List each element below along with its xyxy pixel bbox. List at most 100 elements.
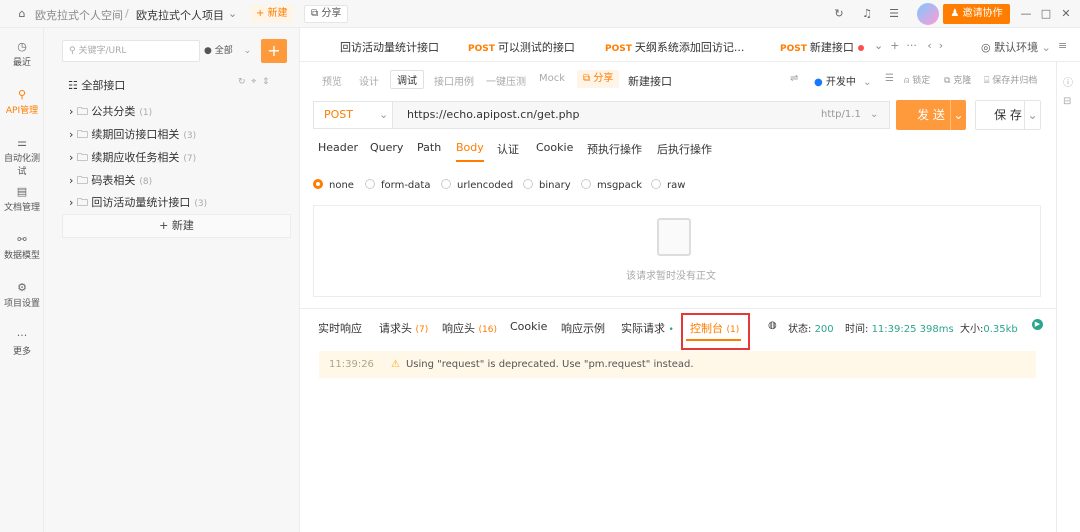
nav-label: 数据模型 (3, 251, 40, 261)
add-button[interactable]: + (261, 39, 287, 63)
tree-root[interactable]: ☷ 全部接口 (68, 77, 125, 93)
tree-folder[interactable]: › 🗀 回访活动量统计接口 (3) (69, 194, 207, 213)
console-log-entry: 11:39:26 ⚠ Using "request" is deprecated.… (319, 351, 1036, 378)
tree-folder[interactable]: › 🗀 码表相关 (8) (69, 172, 152, 191)
reqtab-body[interactable]: Body (456, 141, 484, 162)
resptab-cookie[interactable]: Cookie (510, 320, 547, 333)
nav-item-autotest[interactable]: ⚌ 自动化测试 (0, 136, 44, 177)
save-button[interactable]: 保 存 ⌄ (975, 100, 1041, 130)
subtab-design[interactable]: 设计 (359, 73, 379, 88)
subtab-cases[interactable]: 接口用例 (434, 73, 474, 88)
play-icon[interactable]: ▶ (1032, 319, 1043, 330)
send-button[interactable]: 发 送 ⌄ (896, 100, 966, 130)
document-icon: ▤ (16, 185, 28, 198)
api-name[interactable]: 新建接口 (628, 73, 672, 89)
breadcrumb-workspace[interactable]: 欧克拉式个人空间 (35, 7, 123, 23)
size-label: 大小: (960, 324, 984, 335)
method-select[interactable]: POST ⌄ (313, 101, 393, 129)
share-button[interactable]: ⧉ 分享 (304, 5, 349, 23)
resptab-live[interactable]: 实时响应 (318, 320, 362, 336)
tree-new-button[interactable]: + 新建 (62, 214, 291, 238)
reqtab-path[interactable]: Path (417, 141, 441, 154)
nav-item-settings[interactable]: ⚙ 项目设置 (0, 281, 44, 309)
reqtab-post[interactable]: 后执行操作 (657, 141, 712, 157)
subtab-debug[interactable]: 调试 (390, 70, 424, 89)
radio-binary[interactable]: binary (523, 179, 571, 191)
tab-item[interactable]: 回访活动量统计接口 (337, 39, 439, 55)
tab-item[interactable]: POST 天纲系统添加回访记... (605, 39, 744, 55)
tab-label: 天纲系统添加回访记... (634, 41, 745, 54)
reqtab-pre[interactable]: 预执行操作 (587, 141, 642, 157)
nav-item-docs[interactable]: ▤ 文档管理 (0, 185, 44, 213)
tree-tools[interactable]: ↻ ⌖ ⇕ (238, 77, 270, 87)
avatar[interactable] (917, 3, 939, 25)
nav-item-models[interactable]: ⚯ 数据模型 (0, 233, 44, 261)
status-dot: • (668, 325, 674, 335)
search-input[interactable]: ⚲ 关键字/URL (62, 40, 200, 62)
refresh-icon[interactable]: ↻ (831, 6, 847, 22)
resptab-count: (7) (415, 325, 429, 335)
model-icon: ⚯ (17, 233, 27, 246)
chevron-down-icon[interactable]: ⌄ (228, 7, 237, 20)
caret-right-icon: › (69, 105, 74, 118)
radio-none[interactable]: none (313, 179, 354, 191)
nav-item-more[interactable]: ··· 更多 (0, 329, 44, 357)
format-icon[interactable]: ⇌ (790, 73, 798, 84)
radio-form-data[interactable]: form-data (365, 179, 430, 191)
code-icon[interactable]: ⊟ (1063, 96, 1071, 107)
api-share-button[interactable]: ⧉ 分享 (577, 70, 620, 88)
new-button[interactable]: + 新建 (250, 5, 294, 23)
reqtab-cookie[interactable]: Cookie (536, 141, 573, 154)
invite-button[interactable]: ♟ 邀请协作 (943, 4, 1010, 24)
left-nav: ◷ 最近 ⚲ API管理 ⚌ 自动化测试 ▤ 文档管理 ⚯ 数据模型 ⚙ 项目设… (0, 28, 44, 532)
dev-status-select[interactable]: ● 开发中 ⌄ (814, 73, 871, 88)
tab-item[interactable]: POST 可以测试的接口 (468, 39, 575, 55)
resptab-examples[interactable]: 响应示例 (561, 320, 605, 336)
nav-item-api[interactable]: ⚲ API管理 (0, 88, 44, 116)
resptab-actual[interactable]: 实际请求 • (621, 320, 674, 336)
folder-count: (1) (139, 108, 153, 118)
radio-label: none (329, 180, 354, 191)
filter-select[interactable]: ● 全部 ⌄ (204, 40, 256, 62)
maximize-icon[interactable]: □ (1038, 6, 1054, 22)
align-icon[interactable]: ☰ (885, 73, 894, 84)
tree-folder[interactable]: › 🗀 续期回访接口相关 (3) (69, 126, 196, 145)
bell-icon[interactable]: ♫ (859, 6, 875, 22)
http-version-select[interactable]: http/1.1 ⌄ (821, 109, 878, 120)
close-icon[interactable]: ✕ (1058, 6, 1074, 22)
send-dropdown[interactable]: ⌄ (950, 100, 966, 130)
home-icon[interactable]: ⌂ (14, 6, 30, 22)
save-dropdown[interactable]: ⌄ (1024, 101, 1040, 129)
radio-msgpack[interactable]: msgpack (581, 179, 642, 191)
tree-folder[interactable]: › 🗀 公共分类 (1) (69, 103, 152, 122)
share-icon: ⧉ (583, 73, 594, 84)
minimize-icon[interactable]: — (1018, 6, 1034, 22)
doc-icon[interactable]: ☰ (886, 6, 902, 22)
reqtab-query[interactable]: Query (370, 141, 403, 154)
chevron-down-icon: ⌄ (243, 46, 252, 56)
folder-icon: 🗀 (76, 105, 88, 118)
folder-label: 码表相关 (91, 174, 136, 187)
menu-icon[interactable]: ≡ (1058, 39, 1067, 52)
reqtab-auth[interactable]: 认证 (497, 141, 519, 157)
subtab-preview[interactable]: 预览 (322, 73, 342, 88)
folder-icon: 🗀 (76, 151, 88, 164)
url-input[interactable]: https://echo.apipost.cn/get.php (393, 101, 890, 129)
radio-urlencoded[interactable]: urlencoded (441, 179, 513, 191)
subtab-stress[interactable]: 一键压测 (486, 73, 526, 88)
radio-raw[interactable]: raw (651, 179, 685, 191)
clone-button[interactable]: ⧉ 克隆 (944, 73, 971, 86)
tab-controls[interactable]: ⌄ + ··· ‹ › (874, 39, 943, 52)
archive-button[interactable]: ⌸ 保存并归档 (984, 73, 1037, 86)
tab-item-active[interactable]: POST 新建接口 (780, 39, 864, 55)
info-icon[interactable]: ⓘ (1063, 74, 1073, 89)
env-select[interactable]: ◎ 默认环境 ⌄ (981, 39, 1051, 55)
nav-item-recent[interactable]: ◷ 最近 (0, 40, 44, 68)
resptab-req-headers[interactable]: 请求头 (7) (379, 320, 428, 336)
lock-button[interactable]: ⍝ 锁定 (904, 73, 930, 86)
reqtab-header[interactable]: Header (318, 141, 358, 154)
resptab-resp-headers[interactable]: 响应头 (16) (442, 320, 497, 336)
subtab-mock[interactable]: Mock (539, 73, 565, 84)
breadcrumb-project[interactable]: 欧克拉式个人项目 (136, 7, 224, 23)
tree-folder[interactable]: › 🗀 续期应收任务相关 (7) (69, 149, 196, 168)
